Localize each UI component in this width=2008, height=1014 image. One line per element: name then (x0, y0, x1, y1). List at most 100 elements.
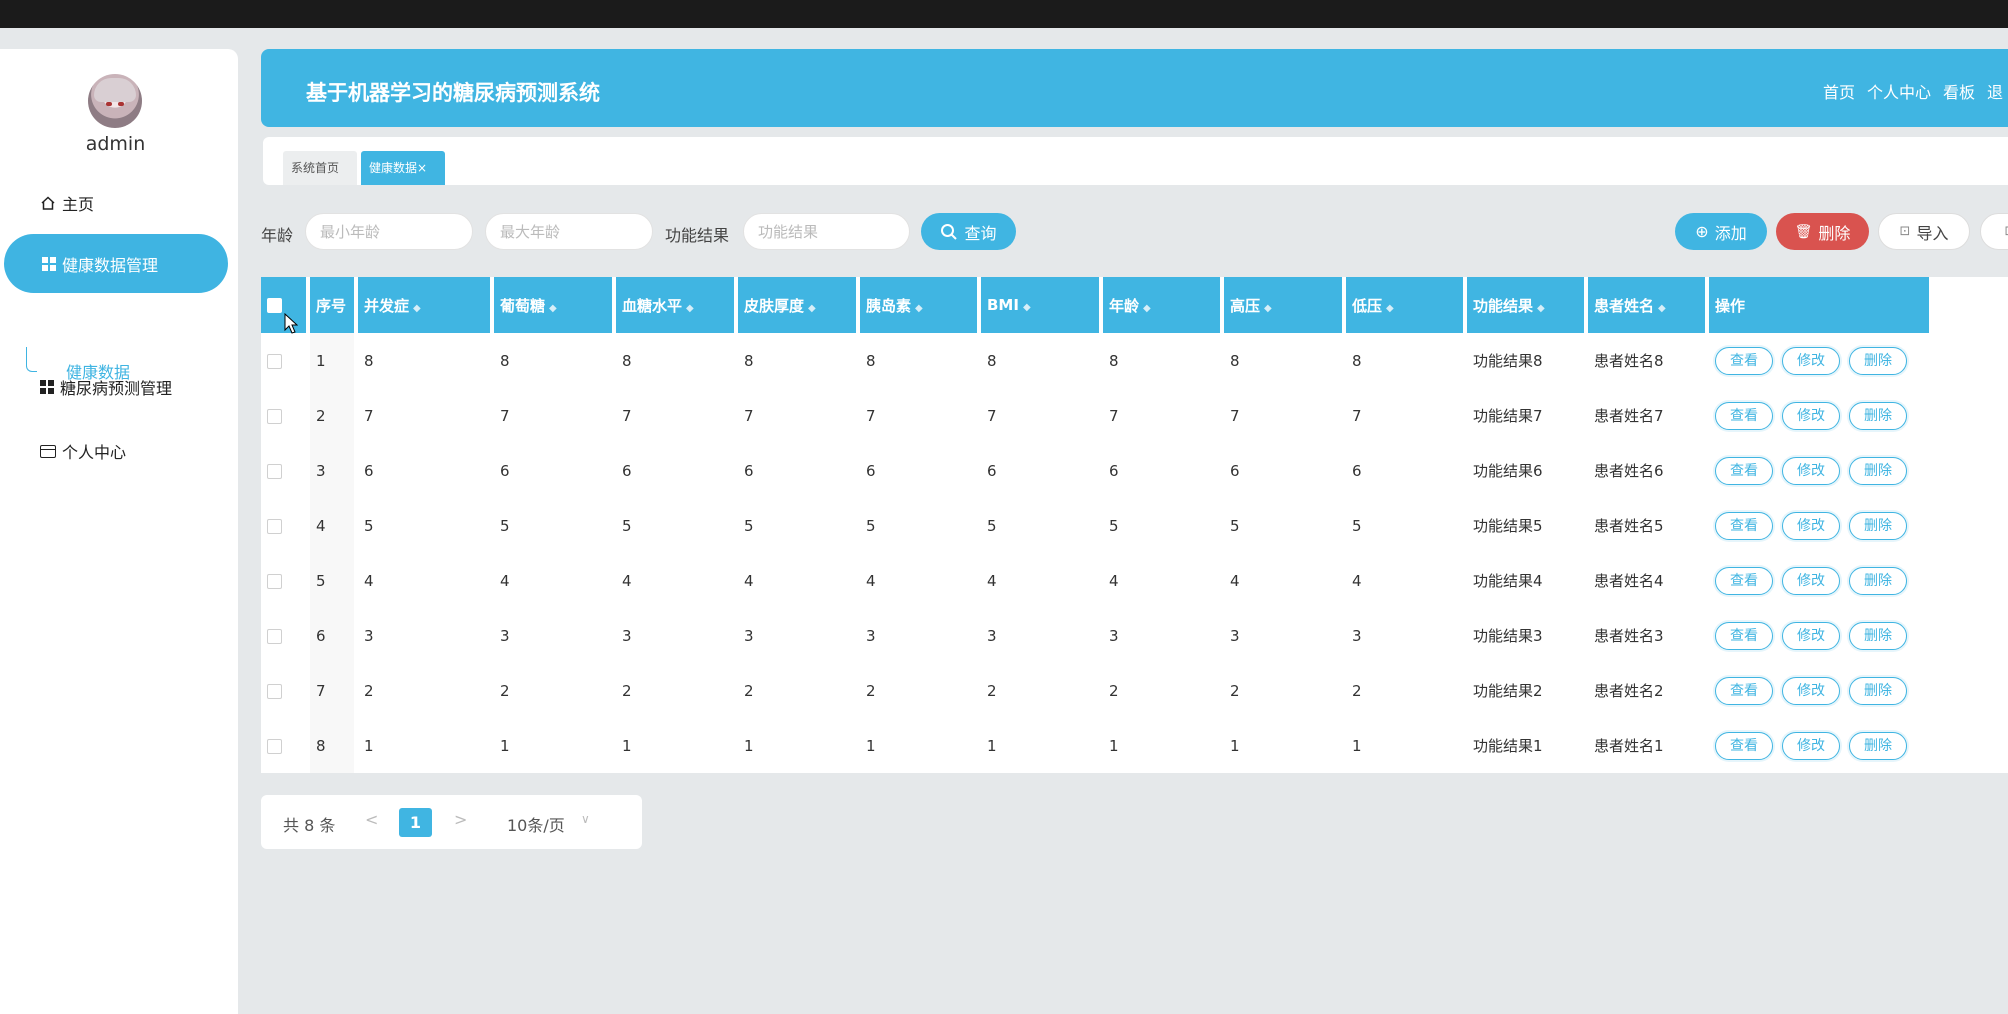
max-age-input[interactable] (485, 213, 653, 250)
sidebar-item-diabetes-prediction[interactable]: 糖尿病预测管理 (40, 375, 172, 399)
row-checkbox[interactable] (261, 498, 306, 553)
tab-health-data[interactable]: 健康数据× (361, 151, 445, 185)
view-button[interactable]: 查看 (1715, 401, 1773, 430)
delete-row-button[interactable]: 删除 (1849, 731, 1907, 760)
row-checkbox[interactable] (261, 388, 306, 443)
delete-row-button[interactable]: 删除 (1849, 621, 1907, 650)
column-header-complication[interactable]: 并发症 ◆ (358, 277, 490, 333)
nav-personal-center-link[interactable]: 个人中心 (1867, 79, 1931, 103)
header-nav: 首页 个人中心 看板 退 (1823, 79, 2003, 103)
row-checkbox[interactable] (261, 553, 306, 608)
column-header-patient-name[interactable]: 患者姓名 ◆ (1588, 277, 1705, 333)
table-cell: 功能结果5 (1467, 498, 1584, 553)
column-header-glucose[interactable]: 葡萄糖 ◆ (494, 277, 612, 333)
table-cell: 4 (1346, 553, 1463, 608)
current-page[interactable]: 1 (399, 808, 432, 837)
nav-logout-link[interactable]: 退 (1987, 79, 2003, 103)
table-cell: 1 (616, 718, 734, 773)
close-icon[interactable]: × (417, 161, 427, 175)
edit-button[interactable]: 修改 (1782, 676, 1840, 705)
view-button[interactable]: 查看 (1715, 566, 1773, 595)
table-cell: 1 (494, 718, 612, 773)
delete-row-button[interactable]: 删除 (1849, 566, 1907, 595)
tab-system-home[interactable]: 系统首页 (283, 151, 357, 185)
row-actions: 查看 修改 删除 (1709, 718, 1929, 773)
delete-row-button[interactable]: 删除 (1849, 511, 1907, 540)
export-button[interactable]: ⊡ (1980, 213, 2008, 250)
column-header-systolic[interactable]: 高压 ◆ (1224, 277, 1342, 333)
delete-row-button[interactable]: 删除 (1849, 676, 1907, 705)
result-label: 功能结果 (665, 226, 730, 245)
row-checkbox[interactable] (261, 333, 306, 388)
table-cell: 功能结果8 (1467, 333, 1584, 388)
edit-button[interactable]: 修改 (1782, 401, 1840, 430)
column-header-blood-sugar-level[interactable]: 血糖水平 ◆ (616, 277, 734, 333)
row-checkbox[interactable] (261, 663, 306, 718)
table-cell: 5 (310, 553, 354, 608)
table-cell: 2 (310, 388, 354, 443)
next-page-button[interactable]: > (454, 810, 467, 829)
table-cell: 8 (1224, 333, 1342, 388)
edit-button[interactable]: 修改 (1782, 731, 1840, 760)
row-checkbox[interactable] (261, 608, 306, 663)
edit-button[interactable]: 修改 (1782, 511, 1840, 540)
table-row: 1 8 8 8 8 8 8 8 8 8 功能结果8 患者姓名8 查看 修改 删除 (261, 333, 1929, 388)
table-cell: 6 (358, 443, 490, 498)
table-cell: 2 (860, 663, 977, 718)
view-button[interactable]: 查看 (1715, 511, 1773, 540)
table-cell: 7 (1224, 388, 1342, 443)
add-button[interactable]: ⊕ 添加 (1675, 213, 1767, 250)
page-size-select[interactable]: 10条/页 (507, 812, 565, 836)
app-title: 基于机器学习的糖尿病预测系统 (306, 81, 600, 105)
view-button[interactable]: 查看 (1715, 456, 1773, 485)
nav-dashboard-link[interactable]: 看板 (1943, 79, 1975, 103)
edit-button[interactable]: 修改 (1782, 456, 1840, 485)
column-header-age[interactable]: 年龄 ◆ (1103, 277, 1220, 333)
edit-button[interactable]: 修改 (1782, 346, 1840, 375)
column-header-result[interactable]: 功能结果 ◆ (1467, 277, 1584, 333)
sidebar-item-label: 糖尿病预测管理 (60, 379, 173, 398)
sort-icon: ◆ (915, 302, 923, 314)
table-cell: 6 (1103, 443, 1220, 498)
delete-button[interactable]: 🗑 删除 (1776, 213, 1869, 250)
view-button[interactable]: 查看 (1715, 731, 1773, 760)
avatar[interactable] (88, 74, 142, 128)
edit-button[interactable]: 修改 (1782, 566, 1840, 595)
sidebar-item-label: 健康数据管理 (62, 255, 159, 275)
delete-row-button[interactable]: 删除 (1849, 346, 1907, 375)
sidebar-item-home[interactable]: 主页 (40, 191, 94, 215)
edit-button[interactable]: 修改 (1782, 621, 1840, 650)
table-cell: 1 (358, 718, 490, 773)
query-button[interactable]: 查询 (921, 213, 1016, 250)
column-header-bmi[interactable]: BMI ◆ (981, 277, 1099, 333)
table-cell: 4 (494, 553, 612, 608)
prev-page-button[interactable]: < (365, 810, 378, 829)
table-cell: 4 (738, 553, 856, 608)
row-checkbox[interactable] (261, 443, 306, 498)
health-data-table: 序号 并发症 ◆ 葡萄糖 ◆ 血糖水平 ◆ 皮肤厚度 ◆ 胰岛素 ◆ BMI ◆ 年龄 ◆ 高… (261, 277, 2008, 773)
row-checkbox[interactable] (261, 718, 306, 773)
table-cell: 7 (738, 388, 856, 443)
table-cell: 7 (358, 388, 490, 443)
row-actions: 查看 修改 删除 (1709, 443, 1929, 498)
row-actions: 查看 修改 删除 (1709, 388, 1929, 443)
column-header-diastolic[interactable]: 低压 ◆ (1346, 277, 1463, 333)
view-button[interactable]: 查看 (1715, 346, 1773, 375)
sidebar-item-personal-center[interactable]: 个人中心 (40, 439, 126, 463)
table-cell: 7 (860, 388, 977, 443)
column-header-insulin[interactable]: 胰岛素 ◆ (860, 277, 977, 333)
delete-row-button[interactable]: 删除 (1849, 456, 1907, 485)
view-button[interactable]: 查看 (1715, 676, 1773, 705)
view-button[interactable]: 查看 (1715, 621, 1773, 650)
delete-row-button[interactable]: 删除 (1849, 401, 1907, 430)
import-button[interactable]: ⊡ 导入 (1878, 213, 1970, 250)
table-cell: 4 (358, 553, 490, 608)
column-header-skin-thickness[interactable]: 皮肤厚度 ◆ (738, 277, 856, 333)
table-cell: 功能结果7 (1467, 388, 1584, 443)
min-age-input[interactable] (305, 213, 473, 250)
result-input[interactable] (743, 213, 910, 250)
sort-icon: ◆ (1537, 302, 1545, 314)
table-cell: 6 (494, 443, 612, 498)
sidebar-item-health-data-management[interactable]: 健康数据管理 (4, 234, 228, 293)
nav-home-link[interactable]: 首页 (1823, 79, 1855, 103)
